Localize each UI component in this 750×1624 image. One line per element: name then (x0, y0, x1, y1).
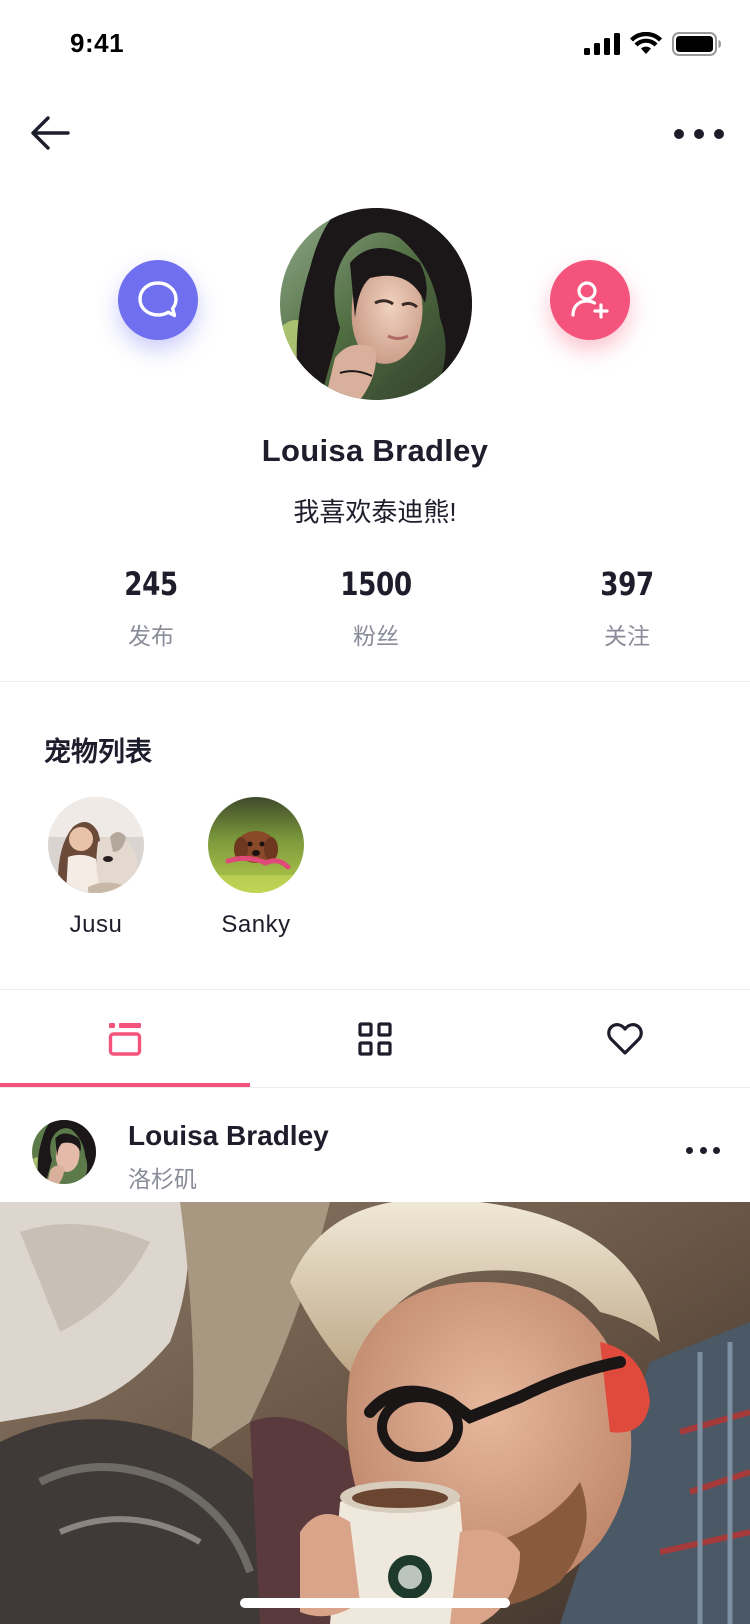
pet-avatar (48, 797, 144, 893)
more-dot-icon (713, 1146, 720, 1154)
content-tabs (0, 990, 750, 1087)
wifi-icon (630, 32, 662, 54)
profile-header (0, 205, 750, 405)
post-author-avatar[interactable] (32, 1120, 96, 1184)
more-dot-icon (674, 129, 684, 139)
tab-feed[interactable] (0, 990, 250, 1087)
profile-photo (280, 208, 472, 400)
post-location: 洛杉矶 (128, 1166, 197, 1192)
profile-avatar[interactable] (280, 208, 472, 400)
tab-grid[interactable] (250, 990, 500, 1087)
stat-value: 397 (600, 565, 654, 603)
divider (0, 1087, 750, 1088)
user-add-icon (571, 281, 609, 319)
more-dot-icon (694, 129, 704, 139)
arrow-left-icon (31, 116, 70, 150)
home-indicator[interactable] (240, 1598, 510, 1608)
stat-label: 关注 (604, 623, 650, 649)
more-dot-icon (699, 1146, 707, 1154)
message-button[interactable] (118, 260, 198, 340)
stat-posts[interactable]: 245 发布 (71, 565, 231, 651)
tab-likes[interactable] (500, 990, 750, 1087)
stat-value: 1500 (340, 565, 412, 603)
stat-label: 发布 (128, 623, 174, 649)
pet-name: Sanky (221, 911, 291, 938)
post-header: Louisa Bradley 洛杉矶 (0, 1100, 750, 1200)
battery-icon (672, 32, 721, 56)
more-dot-icon (686, 1146, 693, 1154)
profile-stats: 245 发布 1500 粉丝 397 关注 (0, 565, 750, 655)
post-image[interactable] (0, 1202, 750, 1624)
pets-section-title: 宠物列表 (44, 737, 152, 767)
status-time: 9:41 (70, 28, 125, 58)
chat-bubble-icon (138, 281, 178, 318)
pet-name: Jusu (69, 911, 123, 938)
stat-label: 粉丝 (353, 623, 399, 649)
follow-button[interactable] (550, 260, 630, 340)
post-more-button[interactable] (686, 1144, 720, 1156)
more-dot-icon (714, 129, 724, 139)
grid-icon (358, 1021, 392, 1056)
cellular-signal-icon (584, 33, 620, 55)
profile-bio: 我喜欢泰迪熊! (293, 497, 457, 527)
divider (0, 681, 750, 682)
pet-photo (208, 797, 304, 893)
stat-following[interactable]: 397 关注 (547, 565, 707, 651)
back-button[interactable] (26, 108, 76, 158)
feed-list-icon (108, 1022, 142, 1056)
heart-icon (607, 1022, 643, 1055)
post-photo (0, 1202, 750, 1624)
nav-bar (0, 100, 750, 166)
pet-item-jusu[interactable]: Jusu (36, 797, 156, 939)
status-icons (584, 32, 722, 56)
pet-item-sanky[interactable]: Sanky (196, 797, 316, 939)
pet-photo (48, 797, 144, 893)
post-author-name[interactable]: Louisa Bradley (128, 1120, 329, 1152)
author-photo (32, 1120, 96, 1184)
stat-value: 245 (124, 565, 178, 603)
pet-avatar (208, 797, 304, 893)
profile-name: Louisa Bradley (261, 433, 489, 468)
more-options-button[interactable] (674, 114, 724, 154)
stat-followers[interactable]: 1500 粉丝 (296, 565, 456, 651)
status-bar: 9:41 (0, 0, 750, 90)
